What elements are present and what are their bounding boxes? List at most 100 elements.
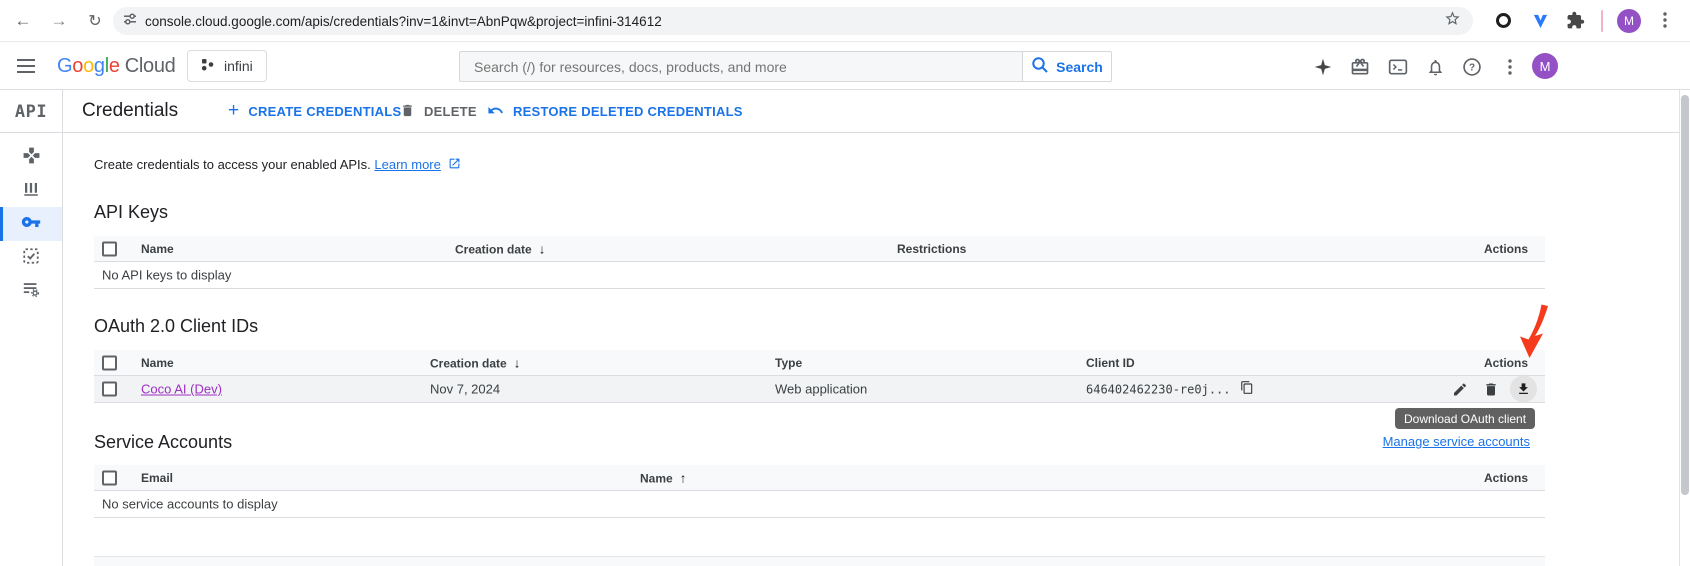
col-actions: Actions (1483, 470, 1528, 485)
sidebar-item-credentials[interactable] (0, 207, 62, 241)
row-actions (1448, 375, 1537, 403)
extension-v-icon[interactable] (1532, 12, 1549, 34)
browser-avatar[interactable]: M (1617, 9, 1641, 33)
global-search[interactable] (459, 51, 1022, 82)
gcp-avatar[interactable]: M (1532, 53, 1558, 79)
global-search-input[interactable] (474, 58, 1008, 75)
extensions-puzzle-icon[interactable] (1566, 11, 1585, 35)
create-credentials-button[interactable]: + CREATE CREDENTIALS (228, 90, 401, 133)
select-all-checkbox[interactable] (102, 470, 117, 485)
more-options-icon[interactable] (1499, 56, 1521, 78)
learn-more-link[interactable]: Learn more (374, 157, 440, 172)
apis-services-logo: API (14, 101, 48, 122)
sort-up-icon: ↑ (679, 470, 687, 485)
oauth-client-row: Coco AI (Dev) Nov 7, 2024 Web applicatio… (94, 375, 1545, 403)
api-keys-empty-row: No API keys to display (94, 262, 1545, 289)
library-columns-icon (22, 180, 40, 203)
gemini-sparkle-icon[interactable] (1312, 56, 1334, 78)
help-icon[interactable]: ? (1461, 56, 1483, 78)
screen: ← → ↻ M (0, 0, 1690, 566)
col-actions: Actions (1483, 241, 1528, 256)
extension-ring-icon[interactable] (1496, 13, 1511, 28)
notifications-bell-icon[interactable] (1424, 56, 1446, 78)
select-all-checkbox[interactable] (102, 241, 117, 256)
col-name[interactable]: Name ↑ (640, 470, 686, 485)
hub-arrows-icon (22, 146, 41, 170)
gcp-header: Google Cloud infini Search (/) for resou… (0, 42, 1690, 90)
copy-icon[interactable] (1240, 381, 1254, 398)
col-restrictions: Restrictions (897, 241, 967, 256)
plus-icon: + (228, 100, 240, 121)
delete-trash-icon[interactable] (1479, 377, 1503, 401)
project-selector[interactable]: infini (187, 50, 267, 82)
sort-down-icon: ↓ (513, 355, 521, 370)
bookmark-star-icon[interactable] (1444, 10, 1461, 32)
delete-button[interactable]: DELETE (400, 90, 477, 133)
col-client-id: Client ID (1086, 355, 1135, 370)
next-table-partial (94, 556, 1545, 566)
profile-divider (1601, 10, 1603, 32)
api-keys-table-header: Name Creation date ↓ Restrictions Actions (94, 236, 1545, 262)
search-button-label: Search (1056, 58, 1103, 75)
col-name: Name (141, 355, 174, 370)
trash-icon (400, 103, 415, 121)
restore-deleted-credentials-button[interactable]: RESTORE DELETED CREDENTIALS (487, 90, 743, 133)
oauth-table-header: Name Creation date ↓ Type Client ID Actio… (94, 350, 1545, 376)
search-icon (1031, 56, 1049, 77)
back-icon[interactable]: ← (10, 9, 36, 33)
manage-service-accounts-link[interactable]: Manage service accounts (1383, 434, 1530, 449)
dashed-check-icon (22, 247, 40, 270)
client-id-cell: 646402462230-re0j... (1086, 381, 1254, 398)
open-in-new-icon[interactable] (448, 158, 461, 173)
type-cell: Web application (775, 381, 868, 397)
col-type: Type (775, 355, 803, 370)
sidebar-item-usage-agreements[interactable] (0, 274, 62, 308)
key-icon (21, 212, 41, 237)
refresh-icon[interactable]: ↻ (82, 9, 108, 33)
col-name: Name (141, 241, 174, 256)
menu-hamburger-icon[interactable] (16, 56, 36, 76)
gift-icon[interactable] (1349, 56, 1371, 78)
download-tooltip: Download OAuth client (1395, 408, 1536, 429)
scrollbar-track[interactable] (1679, 90, 1690, 566)
sidebar-item-library[interactable] (0, 174, 62, 208)
sidebar-item-enabled-apis[interactable] (0, 141, 62, 175)
download-oauth-icon[interactable] (1510, 375, 1537, 403)
service-accounts-heading: Service Accounts (94, 432, 233, 452)
svg-text:?: ? (1469, 63, 1475, 74)
cloud-shell-icon[interactable] (1387, 56, 1409, 78)
row-checkbox[interactable] (102, 381, 117, 397)
col-creation-date[interactable]: Creation date ↓ (455, 241, 545, 256)
google-cloud-logo[interactable]: Google Cloud (57, 55, 176, 78)
page-toolbar: API Credentials + CREATE CREDENTIALS DEL… (0, 90, 1690, 133)
sort-down-icon: ↓ (538, 241, 546, 256)
col-actions: Actions (1483, 355, 1528, 370)
sidebar-divider (62, 90, 63, 566)
oauth-heading: OAuth 2.0 Client IDs (94, 316, 259, 336)
url-input[interactable] (145, 13, 1444, 29)
api-keys-heading: API Keys (94, 202, 169, 222)
project-icon (200, 57, 215, 75)
sidebar-item-oauth-consent[interactable] (0, 241, 62, 275)
service-accounts-empty-row: No service accounts to display (94, 491, 1545, 518)
undo-icon (487, 102, 504, 122)
scrollbar-thumb[interactable] (1681, 95, 1689, 495)
creation-date-cell: Nov 7, 2024 (430, 381, 501, 397)
project-name: infini (224, 58, 253, 74)
site-info-icon[interactable] (123, 12, 137, 31)
col-email: Email (141, 470, 174, 485)
apis-sidebar (0, 133, 62, 566)
browser-chrome: ← → ↻ M (0, 0, 1690, 42)
page-title: Credentials (82, 100, 179, 121)
col-creation-date[interactable]: Creation date ↓ (430, 355, 520, 370)
oauth-client-link[interactable]: Coco AI (Dev) (141, 382, 222, 397)
search-button[interactable]: Search (1022, 51, 1112, 82)
edit-pencil-icon[interactable] (1448, 377, 1472, 401)
forward-icon[interactable]: → (46, 9, 72, 33)
browser-menu-icon[interactable] (1656, 10, 1674, 35)
intro-text: Create credentials to access your enable… (94, 157, 461, 173)
select-all-checkbox[interactable] (102, 355, 117, 370)
address-bar[interactable] (113, 7, 1473, 35)
service-accounts-table-header: Email Name ↑ Actions (94, 465, 1545, 491)
list-gear-icon (22, 280, 40, 303)
